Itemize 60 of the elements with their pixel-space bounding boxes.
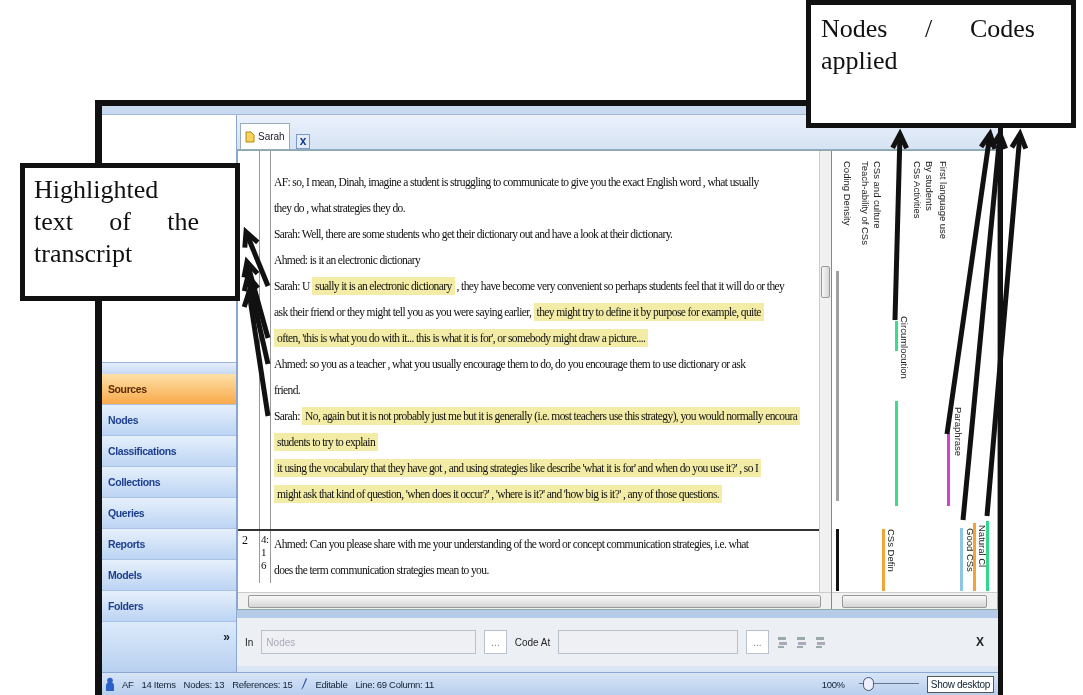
transcript-line: does the term communication strategies mean to you.: [274, 563, 490, 579]
nav-item[interactable]: Nodes: [102, 405, 236, 436]
slider-thumb[interactable]: [862, 677, 874, 691]
position-label: Line: 69 Column: 11: [355, 678, 434, 690]
nav-item[interactable]: Reports: [102, 529, 236, 560]
transcript-line: often, 'this is what you do with it... this is what it is for', or somebody might draw a picture....: [274, 325, 819, 351]
node-label: First language use: [938, 161, 949, 240]
browse-button[interactable]: ...: [484, 630, 507, 654]
transcript-line: ask their friend or they might tell you as you were saying earlier, they might try to define it by purpose for example, quite: [274, 299, 819, 325]
mode-label: Editable: [315, 678, 348, 690]
node-label: Natural Cl: [977, 525, 988, 568]
document-icon: [245, 130, 255, 143]
browse-button[interactable]: ...: [746, 630, 769, 654]
node-label: CSs Activities: [912, 161, 923, 219]
transcript-line: Sarah: Well, there are some students who get their dictionary out and have a look at their dictionary.: [274, 227, 674, 243]
nodes-count: Nodes: 13: [183, 678, 225, 690]
node-label: CSs and culture: [872, 161, 883, 229]
nav-item[interactable]: Models: [102, 560, 236, 591]
in-label: In: [245, 636, 254, 648]
nav-item[interactable]: Sources: [102, 374, 236, 405]
person-icon: [106, 677, 114, 691]
tooltip: Show desktop: [926, 675, 994, 693]
more-button[interactable]: »: [223, 630, 230, 644]
nav-item[interactable]: Folders: [102, 591, 236, 622]
node-label: By students: [924, 161, 935, 211]
transcript-line: they do , what strategies they do.: [274, 201, 406, 217]
node-label: Good CSs: [965, 528, 976, 572]
row-number: 2: [242, 533, 248, 547]
vertical-scrollbar[interactable]: [819, 151, 831, 592]
transcript-line: Sarah: U sually it is an electronic dictionary , they have become very convenient so perhaps students feel that it will do or they: [274, 273, 819, 299]
items-count: 14 Items: [141, 678, 176, 690]
node-label: Teach-ability of CSs: [860, 161, 871, 245]
node-label: Paraphrase: [953, 407, 964, 457]
close-tab-button[interactable]: x: [295, 134, 311, 149]
transcript-line: Ahmed: is it an electronic dictionary: [274, 253, 422, 269]
nav-item[interactable]: Collections: [102, 467, 236, 498]
node-label: CSs Defin: [886, 529, 897, 572]
transcript-line: Ahmed: Can you please share with me your understanding of the word or concept communication strategies, i.e. what: [274, 537, 750, 553]
transcript-line: friend.: [274, 383, 302, 398]
nav-item[interactable]: Queries: [102, 498, 236, 529]
document-tab[interactable]: Sarah: [240, 123, 290, 149]
callout-box: Highlighted text of the transcript: [20, 163, 240, 301]
transcript-line: AF: so, I mean, Dinah, imagine a student is struggling to communicate to give you the exact English word , what usually: [274, 175, 760, 191]
horizontal-scrollbar[interactable]: [238, 592, 831, 609]
user-label: AF: [122, 678, 134, 690]
zoom-label: 100%: [821, 678, 845, 690]
close-button[interactable]: X: [970, 635, 990, 649]
references-count: References: 15: [232, 678, 293, 690]
node-label: Circumlocution: [899, 316, 910, 379]
horizontal-scrollbar[interactable]: [832, 592, 997, 609]
callout-box: Nodes / Codes applied: [806, 0, 1076, 128]
nav-item[interactable]: Classifications: [102, 436, 236, 467]
pen-icon: [300, 677, 308, 691]
splitter-handle[interactable]: [102, 362, 236, 374]
coding-density-bar: [836, 529, 839, 591]
transcript-line: students to try to explain: [274, 429, 819, 455]
timestamp: 4:16: [261, 533, 269, 571]
transcript-line: Ahmed: so you as a teacher , what you usually encourage them to do, do you encourage them to use dictionary or ask: [274, 357, 747, 373]
node-label: Coding Density: [842, 161, 853, 226]
code-at-label: Code At: [514, 636, 551, 648]
